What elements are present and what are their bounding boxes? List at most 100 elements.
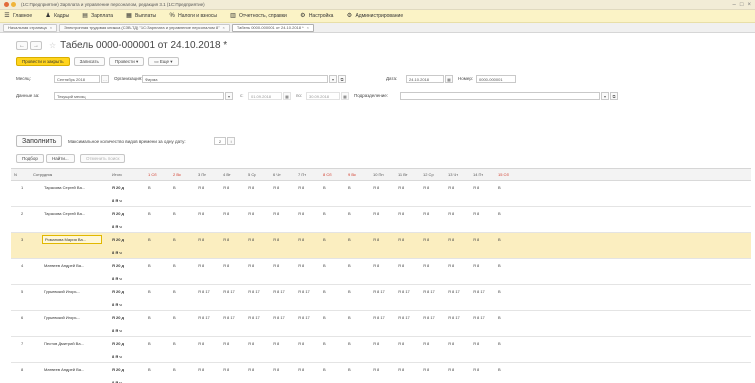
organization-open-button[interactable]: ⧉ (338, 75, 346, 83)
day-cell[interactable]: Я 8 (273, 259, 279, 272)
day-cell[interactable]: Я 8 (248, 363, 254, 376)
favorite-star-icon[interactable]: ☆ (49, 41, 56, 50)
day-cell[interactable]: Я 8 (448, 363, 454, 376)
day-cell[interactable]: В (323, 285, 326, 298)
more-button[interactable]: ▭ Еще ▾ (148, 57, 179, 66)
day-cell[interactable]: Я 8 (373, 337, 379, 350)
day-cell[interactable]: В (498, 181, 501, 194)
day-cell[interactable]: В (148, 259, 151, 272)
day-cell[interactable]: В (348, 363, 351, 376)
day-cell[interactable]: Я 8 (248, 207, 254, 220)
date-calendar-button[interactable]: ▦ (445, 75, 453, 83)
table-row[interactable]: 4 Матвеев Андрей Ва... Я 20 д8 Я чВВЯ 8Я 8… (11, 259, 751, 285)
day-cell[interactable]: В (323, 233, 326, 246)
day-cell[interactable]: Я 8 17 (248, 285, 260, 298)
day-cell[interactable]: Я 8 (473, 207, 479, 220)
day-cell[interactable]: Я 8 17 (223, 311, 235, 324)
data-for-dropdown-button[interactable]: ▾ (225, 92, 233, 100)
day-cell[interactable]: В (498, 363, 501, 376)
day-cell[interactable]: Я 8 (373, 259, 379, 272)
day-cell[interactable]: Я 8 (398, 233, 404, 246)
day-cell[interactable]: В (173, 259, 176, 272)
period-from-field[interactable]: 01.09.2018 (248, 92, 282, 100)
day-cell[interactable]: В (148, 181, 151, 194)
day-cell[interactable]: В (323, 207, 326, 220)
forward-button[interactable]: → (30, 41, 42, 50)
day-cell[interactable]: Я 8 (223, 207, 229, 220)
max-hours-field[interactable]: 2 (214, 137, 226, 145)
department-dropdown-button[interactable]: ▾ (601, 92, 609, 100)
day-cell[interactable]: Я 8 (448, 259, 454, 272)
day-cell[interactable]: Я 8 17 (373, 285, 385, 298)
day-cell[interactable]: В (173, 337, 176, 350)
day-cell[interactable]: Я 8 (223, 337, 229, 350)
day-cell[interactable]: Я 8 17 (398, 285, 410, 298)
day-cell[interactable]: Я 8 (198, 207, 204, 220)
day-cell[interactable]: Я 8 (448, 337, 454, 350)
post-button[interactable]: Провести ▾ (108, 57, 145, 66)
close-icon[interactable]: × (50, 25, 52, 30)
day-cell[interactable]: В (148, 363, 151, 376)
day-cell[interactable]: Я 8 (423, 363, 429, 376)
day-cell[interactable]: В (173, 181, 176, 194)
main-menu-item[interactable]: % Налоги и взносы (169, 13, 217, 19)
day-cell[interactable]: Я 8 17 (473, 311, 485, 324)
day-cell[interactable]: В (173, 207, 176, 220)
table-row[interactable]: 5 Гурьевский Игорь... Я 20 д8 Я чВВЯ 8 17 Я… (11, 285, 751, 311)
table-row[interactable]: 3 Романова Мария Ва... Я 20 д8 Я чВВЯ 8Я 8… (11, 233, 751, 259)
day-cell[interactable]: Я 8 (273, 207, 279, 220)
day-cell[interactable]: Я 8 (223, 181, 229, 194)
day-cell[interactable]: В (323, 259, 326, 272)
day-cell[interactable]: Я 8 (473, 259, 479, 272)
main-menu-item[interactable]: ♟ Кадры (45, 13, 69, 19)
day-cell[interactable]: Я 8 (373, 181, 379, 194)
day-cell[interactable]: Я 8 (273, 233, 279, 246)
day-cell[interactable]: Я 8 (223, 363, 229, 376)
day-cell[interactable]: Я 8 17 (273, 311, 285, 324)
table-row[interactable]: 2 Тарасова Сергей Ва... Я 20 д8 Я чВВЯ 8Я … (11, 207, 751, 233)
fill-button[interactable]: Заполнить (16, 135, 63, 147)
period-from-calendar-button[interactable]: ▦ (283, 92, 291, 100)
tab-home[interactable]: Начальная страница × (3, 23, 58, 32)
tab-timesheet[interactable]: Табель 0000-000001 от 24.10.2018 * × (231, 23, 314, 32)
day-cell[interactable]: Я 8 (298, 337, 304, 350)
day-cell[interactable]: Я 8 (198, 259, 204, 272)
day-cell[interactable]: В (323, 311, 326, 324)
day-cell[interactable]: В (173, 311, 176, 324)
day-cell[interactable]: В (148, 337, 151, 350)
day-cell[interactable]: В (173, 285, 176, 298)
day-cell[interactable]: В (498, 259, 501, 272)
data-for-field[interactable]: Текущий месяц (54, 92, 224, 100)
day-cell[interactable]: Я 8 (373, 233, 379, 246)
day-cell[interactable]: Я 8 17 (398, 311, 410, 324)
day-cell[interactable]: Я 8 (423, 337, 429, 350)
month-field[interactable]: Сентябрь 2018 (54, 75, 100, 83)
day-cell[interactable]: В (348, 207, 351, 220)
day-cell[interactable]: Я 8 (473, 181, 479, 194)
department-field[interactable] (400, 92, 600, 100)
organization-dropdown-button[interactable]: ▾ (329, 75, 337, 83)
day-cell[interactable]: Я 8 (473, 233, 479, 246)
day-cell[interactable]: Я 8 (298, 181, 304, 194)
day-cell[interactable]: Я 8 (273, 181, 279, 194)
day-cell[interactable]: В (148, 285, 151, 298)
day-cell[interactable]: Я 8 17 (423, 311, 435, 324)
day-cell[interactable]: В (148, 207, 151, 220)
day-cell[interactable]: Я 8 17 (448, 285, 460, 298)
day-cell[interactable]: Я 8 17 (198, 285, 210, 298)
close-icon[interactable]: × (307, 25, 309, 30)
day-cell[interactable]: Я 8 (273, 363, 279, 376)
number-field[interactable]: 0000-000001 (476, 75, 516, 83)
main-menu-item[interactable]: ☰ Главное (4, 13, 32, 19)
max-hours-stepper[interactable]: ↕ (227, 137, 235, 145)
table-row[interactable]: 8 Матвеев Андрей Ва... Я 20 д8 Я чВВЯ 8Я 8… (11, 363, 751, 383)
day-cell[interactable]: Я 8 (423, 233, 429, 246)
organization-field[interactable]: Фирма (142, 75, 328, 83)
main-menu-item[interactable]: ▦ Выплаты (126, 13, 156, 19)
maximize-icon[interactable]: □ (740, 2, 744, 8)
day-cell[interactable]: Я 8 (448, 181, 454, 194)
day-cell[interactable]: Я 8 (398, 337, 404, 350)
day-cell[interactable]: Я 8 (198, 233, 204, 246)
day-cell[interactable]: В (173, 233, 176, 246)
month-select-button[interactable]: … (101, 75, 109, 83)
